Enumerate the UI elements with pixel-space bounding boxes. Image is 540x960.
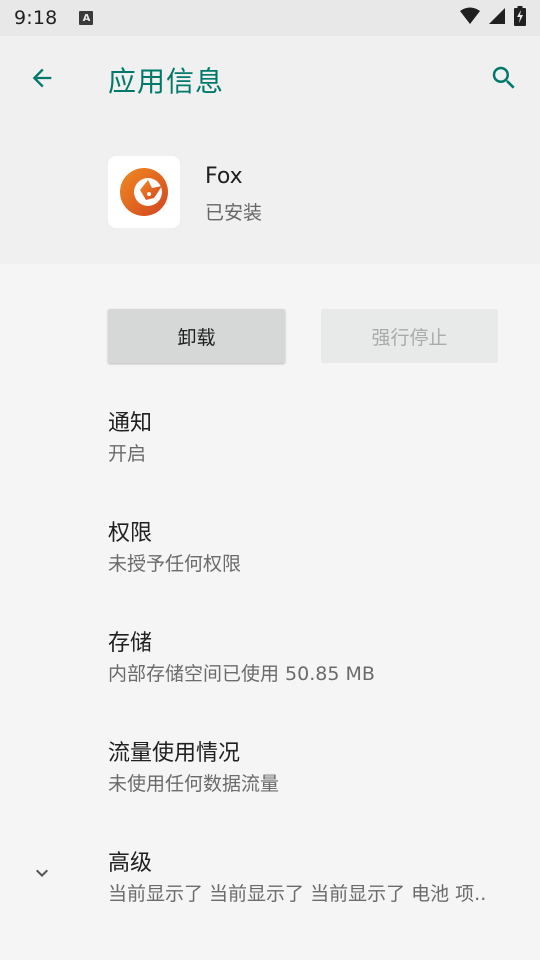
item-summary: 内部存储空间已使用 50.85 MB (108, 663, 375, 685)
item-title: 高级 (108, 851, 153, 876)
arrow-left-icon (28, 64, 56, 96)
list-item-advanced[interactable]: 高级 当前显示了 当前显示了 当前显示了 电池 项.. (0, 845, 540, 941)
back-button[interactable] (24, 62, 60, 98)
item-title: 流量使用情况 (108, 741, 241, 766)
app-install-status: 已安装 (205, 202, 263, 224)
app-name: Fox (205, 164, 243, 189)
status-bar: 9:18 A (0, 0, 540, 36)
signal-icon (488, 7, 506, 29)
item-title: 权限 (108, 521, 153, 546)
search-icon (489, 63, 519, 97)
wifi-icon (460, 7, 480, 29)
item-title: 存储 (108, 631, 153, 656)
item-summary: 开启 (108, 443, 147, 465)
status-icons (460, 6, 526, 30)
item-summary: 当前显示了 当前显示了 当前显示了 电池 项.. (108, 883, 487, 905)
toolbar: 应用信息 (0, 36, 540, 122)
search-button[interactable] (486, 62, 522, 98)
battery-charging-icon (514, 6, 526, 30)
list-item-permissions[interactable]: 权限 未授予任何权限 (0, 515, 540, 611)
app-header: Fox 已安装 (0, 122, 540, 264)
item-summary: 未使用任何数据流量 (108, 773, 280, 795)
item-title: 通知 (108, 411, 153, 436)
list-item-notifications[interactable]: 通知 开启 (0, 405, 540, 501)
status-time: 9:18 (14, 7, 58, 29)
notification-a-icon: A (79, 11, 94, 25)
page-title: 应用信息 (108, 65, 225, 98)
chevron-down-icon (30, 861, 54, 885)
list-item-data-usage[interactable]: 流量使用情况 未使用任何数据流量 (0, 735, 540, 831)
app-info-screen: 9:18 A 应用信息 Fox 已安装 卸载 强行停止 通知 开启 权限 未授予… (0, 0, 540, 960)
list-item-storage[interactable]: 存储 内部存储空间已使用 50.85 MB (0, 625, 540, 721)
uninstall-button[interactable]: 卸载 (108, 309, 285, 363)
item-summary: 未授予任何权限 (108, 553, 242, 575)
force-stop-button: 强行停止 (321, 309, 498, 363)
fox-logo-icon (108, 156, 180, 228)
